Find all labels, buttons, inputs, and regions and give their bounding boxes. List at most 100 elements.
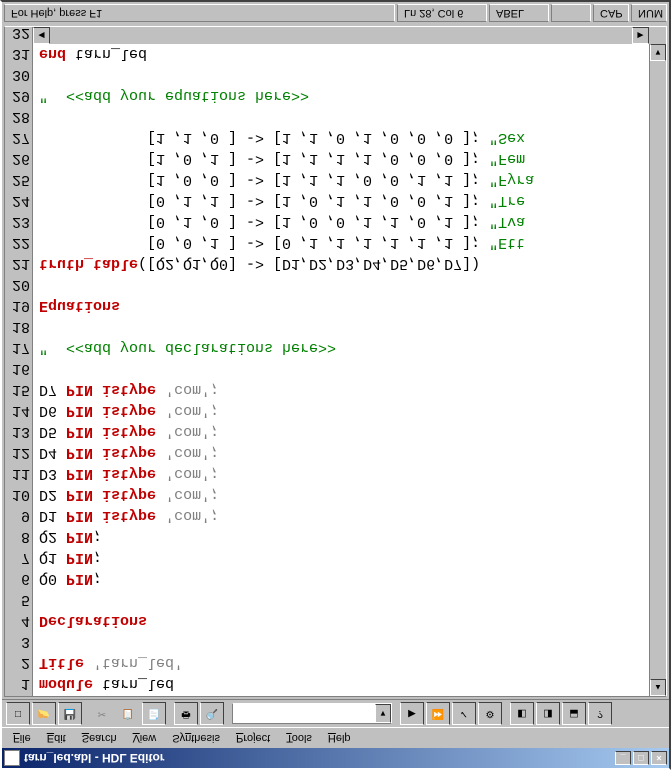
code-line[interactable]: " <<add your declarations here>> [39, 337, 649, 358]
line-number: 12 [5, 442, 30, 463]
code-line[interactable]: Equations [39, 295, 649, 316]
line-number: 6 [5, 568, 30, 589]
line-number: 1 [5, 673, 30, 694]
code-line[interactable]: D4 PIN istype 'com'; [39, 442, 649, 463]
line-number: 3 [5, 631, 30, 652]
menu-tools[interactable]: Tools [279, 730, 319, 746]
scroll-up-icon[interactable]: ▲ [650, 679, 666, 696]
app-window: tarn_led.abl - HDL Editor _ □ × File Edi… [0, 0, 671, 770]
code-line[interactable]: [0 ,0 ,1 ] -> [0 ,1 ,1 ,1 ,1 ,1 ,1 ]; "E… [39, 232, 649, 253]
menu-view[interactable]: View [126, 730, 164, 746]
code-line[interactable]: [1 ,0 ,1 ] -> [1 ,1 ,1 ,1 ,0 ,0 ,0 ]; "F… [39, 148, 649, 169]
line-number: 16 [5, 358, 30, 379]
code-line[interactable]: [0 ,1 ,1 ] -> [1 ,0 ,1 ,1 ,0 ,0 ,1 ]; "T… [39, 190, 649, 211]
run-button[interactable]: ▶ [400, 702, 424, 725]
code-line[interactable] [39, 316, 649, 337]
code-line[interactable]: Q0 PIN; [39, 568, 649, 589]
tool2-button[interactable]: ◨ [536, 702, 560, 725]
scroll-right-icon[interactable]: ▶ [632, 27, 649, 44]
line-number: 5 [5, 589, 30, 610]
scroll-left-icon[interactable]: ◀ [33, 27, 50, 44]
line-number: 26 [5, 148, 30, 169]
status-num: NUM [631, 4, 667, 22]
line-number: 4 [5, 610, 30, 631]
run2-button[interactable]: ⏩ [426, 702, 450, 725]
save-button[interactable]: 💾 [58, 702, 82, 725]
paste-button[interactable]: 📄 [142, 702, 166, 725]
line-number: 9 [5, 505, 30, 526]
code-line[interactable]: D2 PIN istype 'com'; [39, 484, 649, 505]
toolbar: □ 📂 💾 ✂ 📋 📄 🖶 🔍 ▼ ▶ ⏩ ✓ ⚙ ◧ ◨ ⬓ ? [2, 699, 669, 728]
code-line[interactable] [39, 631, 649, 652]
code-line[interactable] [39, 589, 649, 610]
line-number: 23 [5, 211, 30, 232]
options-button[interactable]: ⚙ [478, 702, 502, 725]
code-line[interactable]: Q1 PIN; [39, 547, 649, 568]
status-cap: CAP [593, 4, 629, 22]
code-line[interactable]: Q2 PIN; [39, 526, 649, 547]
toolbar-combo[interactable]: ▼ [232, 703, 392, 724]
menu-search[interactable]: Search [75, 730, 124, 746]
code-line[interactable] [39, 274, 649, 295]
code-line[interactable] [39, 358, 649, 379]
code-line[interactable]: D5 PIN istype 'com'; [39, 421, 649, 442]
line-number: 32 [5, 26, 30, 43]
new-button[interactable]: □ [6, 702, 30, 725]
horizontal-scrollbar[interactable]: ◀ ▶ [33, 27, 649, 44]
menubar: File Edit Search View Synthesis Project … [2, 728, 669, 748]
close-button[interactable]: × [651, 751, 667, 765]
code-line[interactable] [39, 64, 649, 85]
print-button[interactable]: 🖶 [174, 702, 198, 725]
open-button[interactable]: 📂 [32, 702, 56, 725]
code-line[interactable]: D1 PIN istype 'com'; [39, 505, 649, 526]
check-button[interactable]: ✓ [452, 702, 476, 725]
code-line[interactable] [39, 106, 649, 127]
line-number: 15 [5, 379, 30, 400]
status-help: For Help, press F1 [4, 4, 395, 22]
scroll-corner [649, 27, 666, 44]
code-line[interactable]: D7 PIN istype 'com'; [39, 379, 649, 400]
code-line[interactable]: [1 ,1 ,0 ] -> [1 ,1 ,0 ,1 ,0 ,0 ,0 ]; "S… [39, 127, 649, 148]
code-line[interactable]: module tarn_led [39, 673, 649, 694]
code-line[interactable]: Title 'tarn_led' [39, 652, 649, 673]
code-line[interactable]: end tarn_led [39, 43, 649, 64]
code-line[interactable]: D6 PIN istype 'com'; [39, 400, 649, 421]
menu-synthesis[interactable]: Synthesis [165, 730, 227, 746]
code-line[interactable]: Declarations [39, 610, 649, 631]
status-blank [551, 4, 591, 22]
menu-help[interactable]: Help [321, 730, 358, 746]
line-number: 20 [5, 274, 30, 295]
vertical-scrollbar[interactable]: ▲ ▼ [649, 27, 666, 696]
editor-area: 1234567891011121314151617181920212223242… [4, 26, 667, 697]
window-buttons: _ □ × [615, 751, 667, 765]
line-number: 27 [5, 127, 30, 148]
scroll-down-icon[interactable]: ▼ [650, 44, 666, 61]
line-number: 21 [5, 253, 30, 274]
code-line[interactable]: [0 ,1 ,0 ] -> [1 ,0 ,0 ,1 ,1 ,0 ,1 ]; "T… [39, 211, 649, 232]
menu-edit[interactable]: Edit [40, 730, 73, 746]
code-line[interactable]: [1 ,0 ,0 ] -> [1 ,1 ,1 ,0 ,0 ,1 ,1 ]; "F… [39, 169, 649, 190]
maximize-button[interactable]: □ [633, 751, 649, 765]
code-editor[interactable]: module tarn_ledTitle 'tarn_led' Declarat… [33, 27, 649, 696]
menu-project[interactable]: Project [229, 730, 277, 746]
line-gutter: 1234567891011121314151617181920212223242… [5, 27, 33, 696]
tool1-button[interactable]: ◧ [510, 702, 534, 725]
help-button[interactable]: ? [588, 702, 612, 725]
line-number: 10 [5, 484, 30, 505]
line-number: 8 [5, 526, 30, 547]
chevron-down-icon[interactable]: ▼ [375, 704, 391, 723]
find-button[interactable]: 🔍 [200, 702, 224, 725]
tool3-button[interactable]: ⬓ [562, 702, 586, 725]
line-number: 29 [5, 85, 30, 106]
line-number: 24 [5, 190, 30, 211]
copy-button[interactable]: 📋 [116, 702, 140, 725]
cut-button[interactable]: ✂ [90, 702, 114, 725]
menu-file[interactable]: File [6, 730, 38, 746]
minimize-button[interactable]: _ [615, 751, 631, 765]
code-line[interactable]: truth_table([Q2,Q1,Q0] -> [D1,D2,D3,D4,D… [39, 253, 649, 274]
titlebar[interactable]: tarn_led.abl - HDL Editor _ □ × [2, 748, 669, 768]
code-line[interactable]: D3 PIN istype 'com'; [39, 463, 649, 484]
line-number: 22 [5, 232, 30, 253]
line-number: 30 [5, 64, 30, 85]
code-line[interactable]: " <<add your equations here>> [39, 85, 649, 106]
